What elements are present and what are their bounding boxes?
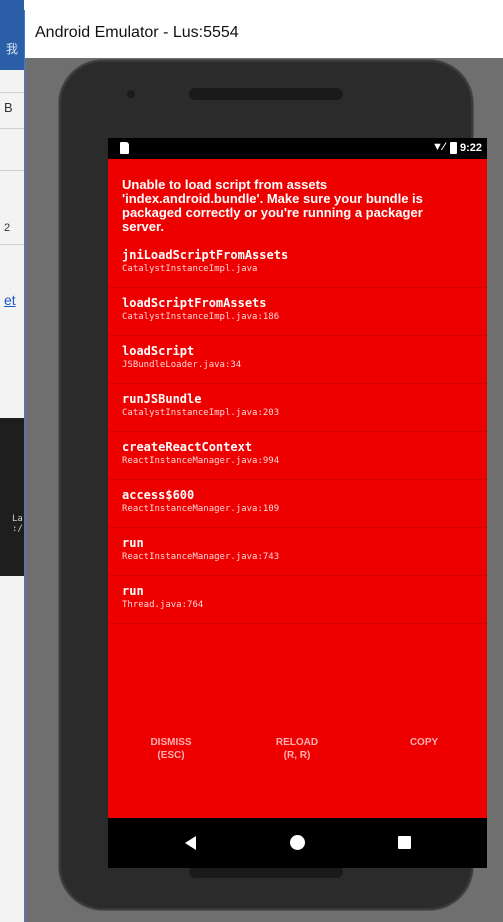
background-title-fragment: 我: [6, 42, 19, 56]
stack-frame-location: JSBundleLoader.java:34: [122, 360, 242, 370]
window-titlebar[interactable]: Android Emulator - Lus:5554: [25, 10, 503, 58]
stack-frame-location: ReactInstanceManager.java:994: [122, 456, 280, 466]
back-icon[interactable]: [185, 836, 196, 850]
stack-frame[interactable]: jniLoadScriptFromAssets CatalystInstanceI…: [108, 240, 487, 288]
stack-frame-location: ReactInstanceManager.java:743: [122, 552, 280, 562]
signal-icon: ▼⁄: [432, 141, 445, 153]
stack-trace: jniLoadScriptFromAssets CatalystInstanceI…: [108, 240, 487, 624]
stack-frame[interactable]: run Thread.java:764: [108, 576, 487, 624]
background-text-b: B: [4, 100, 13, 115]
divider: [0, 244, 24, 245]
stack-frame-method: jniLoadScriptFromAssets: [122, 248, 289, 262]
background-terminal-text: La :/: [12, 514, 23, 534]
stack-frame[interactable]: access$600 ReactInstanceManager.java:109: [108, 480, 487, 528]
divider: [0, 170, 24, 171]
phone-frame: ▼⁄ 9:22 Unable to load script from asset…: [59, 60, 487, 910]
camera-icon: [127, 90, 135, 98]
divider: [0, 92, 24, 93]
stack-frame[interactable]: loadScript JSBundleLoader.java:34: [108, 336, 487, 384]
stack-frame-method: createReactContext: [122, 440, 253, 454]
stack-frame-location: ReactInstanceManager.java:109: [122, 504, 280, 514]
stack-frame-method: loadScript: [122, 344, 195, 358]
status-bar: ▼⁄ 9:22: [108, 138, 487, 159]
stack-frame[interactable]: createReactContext ReactInstanceManager.j…: [108, 432, 487, 480]
reload-button[interactable]: RELOAD (R, R): [234, 736, 360, 762]
speaker-top: [189, 88, 343, 100]
stack-frame-method: run: [122, 584, 144, 598]
stack-frame[interactable]: run ReactInstanceManager.java:743: [108, 528, 487, 576]
stack-frame-method: run: [122, 536, 144, 550]
dismiss-button[interactable]: DISMISS (ESC): [108, 736, 234, 762]
error-message: Unable to load script from assets 'index…: [122, 177, 423, 234]
emulator-window: Android Emulator - Lus:5554 ▼⁄ 9:22 Unab…: [24, 10, 503, 922]
background-text-2: 2: [4, 222, 11, 234]
home-icon[interactable]: [290, 835, 305, 850]
background-link[interactable]: et: [4, 292, 16, 308]
sd-card-icon: [120, 142, 129, 154]
stack-frame-method: access$600: [122, 488, 195, 502]
background-terminal: La :/: [0, 418, 24, 576]
background-app-header: 我: [0, 0, 24, 70]
stack-frame[interactable]: loadScriptFromAssets CatalystInstanceImpl…: [108, 288, 487, 336]
navigation-bar: [108, 818, 487, 868]
device-screen: ▼⁄ 9:22 Unable to load script from asset…: [108, 138, 487, 818]
window-title: Android Emulator - Lus:5554: [35, 24, 239, 41]
status-time: 9:22: [460, 142, 483, 154]
recents-icon[interactable]: [398, 836, 411, 849]
stack-frame-method: runJSBundle: [122, 392, 202, 406]
stack-frame-method: loadScriptFromAssets: [122, 296, 267, 310]
stack-frame-location: CatalystInstanceImpl.java:186: [122, 312, 280, 322]
redbox-buttons: DISMISS (ESC) RELOAD (R, R) COPY: [108, 736, 487, 776]
stack-frame-location: CatalystInstanceImpl.java: [122, 264, 258, 274]
stack-frame-location: Thread.java:764: [122, 600, 204, 610]
background-app-strip: 我 B 2 et La :/: [0, 0, 24, 922]
copy-button[interactable]: COPY: [361, 736, 487, 749]
stack-frame[interactable]: runJSBundle CatalystInstanceImpl.java:203: [108, 384, 487, 432]
battery-icon: [450, 142, 457, 154]
stack-frame-location: CatalystInstanceImpl.java:203: [122, 408, 280, 418]
divider: [0, 128, 24, 129]
